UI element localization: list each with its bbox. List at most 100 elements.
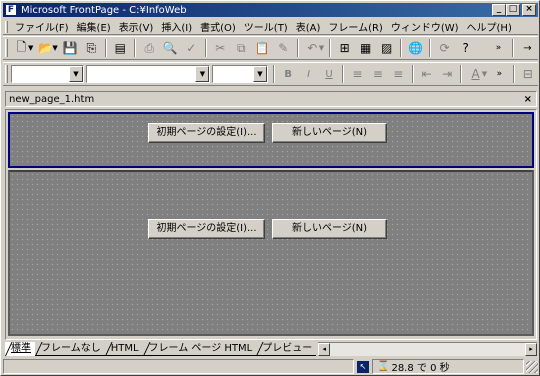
status-indicator-icon: ↖ [357,360,369,373]
download-time-text: 28.8 で 0 秒 [391,363,450,374]
toolbar-separator [104,39,107,57]
toolbar-separator [272,65,275,83]
align-right-icon[interactable]: ≡ [388,64,408,84]
document-tab-bar: new_page_1.htm × [5,91,537,107]
set-initial-page-button-top[interactable]: 初期ページの設定(I)... [148,123,265,143]
maximize-button[interactable]: □ [506,4,520,16]
publish-icon[interactable]: ⎘ [81,38,102,58]
open-dropdown-icon[interactable]: ▼ [52,44,57,52]
spelling-icon[interactable]: ✓ [181,38,202,58]
insert-picture-icon[interactable]: ▨ [376,38,397,58]
formatting-toolbar: ▼ ▼ ▼ B I U ≡ ≡ ≡ ⇤ ⇥ A ▼ » ⊟ [3,62,538,86]
insert-component-icon[interactable]: ⊞ [334,38,355,58]
status-message-pane [3,359,354,374]
font-select[interactable]: ▼ [85,65,211,83]
toolbar-separator [512,65,515,83]
download-time-pane[interactable]: ⌛ 28.8 で 0 秒 [372,359,524,374]
decrease-indent-icon[interactable]: ⇤ [417,64,437,84]
chevron-down-icon[interactable]: ▼ [252,66,267,82]
toolbar-separator [133,39,136,57]
frontpage-window: F Microsoft FrontPage - C:¥InfoWeb _ □ ×… [0,0,540,376]
minimize-button[interactable]: _ [492,4,506,16]
italic-button[interactable]: I [298,64,318,84]
align-center-icon[interactable]: ≡ [368,64,388,84]
resize-grip-icon[interactable] [526,360,538,373]
chevron-down-icon[interactable]: ▼ [195,66,210,82]
toolbar-grip[interactable] [5,39,8,57]
print-icon[interactable]: ⎙ [139,38,160,58]
menu-bar: ファイル(F) 編集(E) 表示(V) 挿入(I) 書式(O) ツール(T) 表… [3,19,538,35]
menu-help[interactable]: ヘルプ(H) [463,19,516,34]
menu-table[interactable]: 表(A) [292,19,325,34]
toolbar-separator [204,39,207,57]
layer-icon[interactable]: ⊟ [518,64,538,84]
view-tabs: 標準 フレームなし HTML フレーム ページ HTML プレビュー ◂ ▸ [5,341,537,356]
menu-window[interactable]: ウィンドウ(W) [387,19,463,34]
new-page-button-top[interactable]: 新しいページ(N) [272,123,387,143]
tab-no-frames[interactable]: フレームなし [35,342,105,356]
style-select[interactable]: ▼ [10,65,84,83]
font-size-select[interactable]: ▼ [212,65,268,83]
toolbar-separator [429,39,432,57]
menu-file[interactable]: ファイル(F) [11,19,73,34]
toolbar-separator [329,39,332,57]
menu-grip[interactable] [5,20,8,33]
close-button[interactable]: × [522,4,536,16]
menu-tools[interactable]: ツール(T) [240,19,292,34]
bottom-frame[interactable]: 初期ページの設定(I)... 新しいページ(N) [8,170,534,336]
title-bar[interactable]: F Microsoft FrontPage - C:¥InfoWeb _ □ × [3,3,538,17]
save-icon[interactable]: 💾 [60,38,81,58]
menu-format[interactable]: 書式(O) [196,19,240,34]
scroll-right-icon[interactable]: ▸ [525,343,537,356]
more-icon[interactable]: » [488,38,509,58]
toolbar-separator [411,65,414,83]
tab-preview[interactable]: プレビュー [256,342,317,356]
folder-list-icon[interactable]: ▤ [110,38,131,58]
toolbar-separator [296,39,299,57]
paste-icon[interactable]: 📋 [252,38,273,58]
bold-button[interactable]: B [278,64,298,84]
document-tab[interactable]: new_page_1.htm [9,94,94,105]
cut-icon[interactable]: ✂ [210,38,231,58]
horizontal-scrollbar[interactable]: ◂ ▸ [318,342,537,356]
insert-table-icon[interactable]: ▦ [355,38,376,58]
more-icon[interactable]: » [489,64,509,84]
help-icon[interactable]: ? [455,38,476,58]
toolbar-separator [460,65,463,83]
frames-page-editor: 初期ページの設定(I)... 新しいページ(N) 初期ページの設定(I)... … [5,109,537,340]
undo-dropdown-icon[interactable]: ▼ [319,44,324,52]
new-dropdown-icon[interactable]: ▼ [28,44,33,52]
top-frame[interactable]: 初期ページの設定(I)... 新しいページ(N) [8,112,534,168]
toolbar-separator [400,39,403,57]
font-color-dropdown-icon[interactable]: ▼ [482,70,487,78]
hyperlink-icon[interactable]: 🌐 [405,38,426,58]
tab-html[interactable]: HTML [104,342,143,356]
menu-frames[interactable]: フレーム(R) [324,19,386,34]
format-painter-icon[interactable]: ✎ [273,38,294,58]
set-initial-page-button-bottom[interactable]: 初期ページの設定(I)... [148,219,265,239]
toolbar-separator [342,65,345,83]
menu-view[interactable]: 表示(V) [115,19,158,34]
align-left-icon[interactable]: ≡ [347,64,367,84]
hourglass-icon: ⌛ [377,361,390,372]
menu-insert[interactable]: 挿入(I) [157,19,196,34]
scroll-left-icon[interactable]: ◂ [318,343,331,356]
frontpage-app-icon[interactable]: F [5,4,17,16]
close-document-icon[interactable]: × [524,94,532,105]
window-title: Microsoft FrontPage - C:¥InfoWeb [21,4,187,16]
new-page-button-bottom[interactable]: 新しいページ(N) [272,219,387,239]
copy-icon[interactable]: ⧉ [231,38,252,58]
forward-icon[interactable]: → [517,38,538,58]
toolbar-separator [512,39,514,57]
underline-button[interactable]: U [319,64,339,84]
standard-toolbar: 🗋 ▼ 📂 ▼ 💾 ⎘ ▤ ⎙ 🔍 ✓ ✂ ⧉ 📋 ✎ ↶ ▼ ⊞ ▦ ▨ 🌐 ⟳ ?… [3,36,538,60]
refresh-icon[interactable]: ⟳ [434,38,455,58]
chevron-down-icon[interactable]: ▼ [68,66,83,82]
increase-indent-icon[interactable]: ⇥ [437,64,457,84]
print-preview-icon[interactable]: 🔍 [160,38,181,58]
toolbar-grip[interactable] [5,65,8,83]
menu-edit[interactable]: 編集(E) [73,19,115,34]
tab-normal[interactable]: 標準 [5,342,35,356]
tab-frames-page-html[interactable]: フレーム ページ HTML [142,342,257,356]
status-bar: ↖ ⌛ 28.8 で 0 秒 [3,358,538,375]
